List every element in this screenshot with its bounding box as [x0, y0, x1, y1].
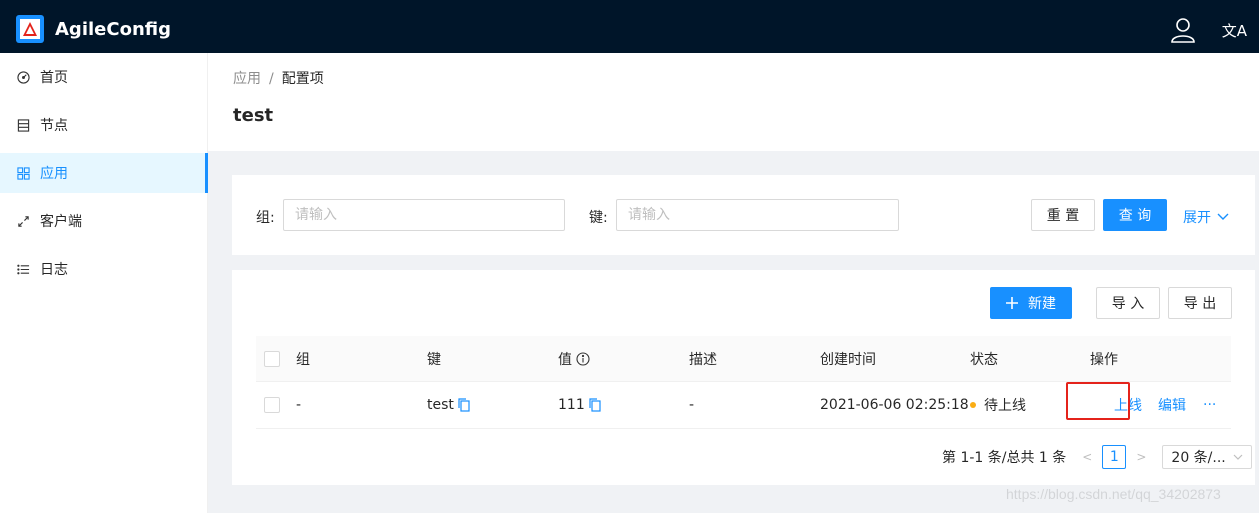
column-header-label: 值	[558, 351, 572, 368]
chevron-down-icon	[1217, 213, 1229, 220]
app-logo[interactable]: AgileConfig	[15, 14, 171, 44]
key-input[interactable]	[616, 199, 899, 231]
next-page-icon[interactable]: >	[1136, 450, 1146, 464]
column-header-created[interactable]: 创建时间	[820, 336, 876, 381]
row-description: -	[689, 397, 695, 413]
sidebar-item-label: 应用	[40, 166, 68, 182]
breadcrumb-apps[interactable]: 应用	[233, 71, 261, 87]
chevron-down-icon	[1233, 454, 1243, 460]
dashboard-icon	[16, 70, 30, 84]
plus-icon	[1006, 297, 1018, 309]
sidebar-item-label: 日志	[40, 262, 68, 278]
sidebar-item-nodes[interactable]: 节点	[0, 105, 207, 145]
highlight-annotation	[1066, 382, 1130, 420]
new-label: 新建	[1028, 296, 1056, 312]
row-group: -	[296, 397, 302, 413]
sidebar-item-home[interactable]: 首页	[0, 57, 207, 97]
table-header: 组 键 值 描述 创建时间 状态 操作	[256, 336, 1231, 382]
row-value-text: 111	[558, 397, 585, 413]
page-header: 应用 / 配置项 test	[208, 53, 1259, 151]
log-icon	[16, 262, 30, 276]
breadcrumb: 应用 / 配置项	[233, 68, 324, 88]
group-label: 组:	[256, 210, 275, 226]
column-header-status[interactable]: 状态	[970, 336, 998, 381]
page-size-value: 20 条/...	[1171, 450, 1226, 466]
select-all-checkbox[interactable]	[264, 350, 280, 367]
logo-icon	[16, 15, 44, 43]
app-name: AgileConfig	[55, 18, 171, 40]
watermark: https://blog.csdn.net/qq_34202873	[1006, 486, 1221, 502]
breadcrumb-separator: /	[269, 71, 274, 87]
top-header: AgileConfig 文A	[0, 0, 1259, 53]
row-value: 111	[558, 382, 601, 428]
query-button[interactable]: 查 询	[1103, 199, 1167, 231]
column-header-value[interactable]: 值	[558, 336, 590, 381]
breadcrumb-current: 配置项	[281, 71, 324, 87]
language-icon[interactable]: 文A	[1222, 20, 1247, 41]
import-button[interactable]: 导 入	[1096, 287, 1160, 319]
page-size-select[interactable]: 20 条/...	[1162, 445, 1253, 469]
row-created: 2021-06-06 02:25:18	[820, 397, 969, 413]
new-button[interactable]: 新建	[990, 287, 1072, 319]
row-checkbox[interactable]	[264, 397, 280, 413]
column-header-key[interactable]: 键	[427, 336, 441, 381]
nodes-icon	[16, 118, 30, 132]
column-header-description[interactable]: 描述	[689, 336, 717, 381]
pagination-summary: 第 1-1 条/总共 1 条	[942, 450, 1067, 466]
sidebar-item-label: 首页	[40, 70, 68, 86]
sidebar-item-label: 客户端	[40, 214, 82, 230]
row-key-text: test	[427, 397, 454, 413]
group-input[interactable]	[283, 199, 565, 231]
reset-button[interactable]: 重 置	[1031, 199, 1095, 231]
sidebar-item-clients[interactable]: 客户端	[0, 201, 207, 241]
user-icon[interactable]	[1170, 17, 1196, 43]
status-text: 待上线	[984, 398, 1026, 414]
row-key: test	[427, 382, 470, 428]
copy-icon[interactable]	[458, 398, 470, 412]
search-form: 组: 键: 重 置 查 询 展开	[232, 175, 1255, 255]
column-header-actions: 操作	[1090, 351, 1118, 368]
sidebar: 首页 节点 应用 客户端 日志	[0, 53, 208, 513]
page-title: test	[233, 105, 274, 126]
apps-icon	[16, 166, 30, 180]
copy-icon[interactable]	[589, 398, 601, 412]
config-table-card: 新建 导 入 导 出 组 键 值 描述 创建时间 状态 操作 - test 11…	[232, 270, 1255, 485]
client-icon	[16, 214, 30, 228]
info-icon[interactable]	[576, 351, 590, 366]
more-actions-link[interactable]: ···	[1203, 382, 1216, 428]
column-header-group[interactable]: 组	[296, 336, 310, 381]
expand-toggle[interactable]: 展开	[1183, 207, 1229, 227]
prev-page-icon[interactable]: <	[1082, 450, 1092, 464]
edit-action-link[interactable]: 编辑	[1158, 382, 1186, 428]
pagination: 第 1-1 条/总共 1 条 < 1 > 20 条/...	[942, 445, 1253, 469]
expand-label: 展开	[1183, 210, 1211, 226]
sidebar-item-label: 节点	[40, 118, 68, 134]
status-badge: 待上线	[970, 382, 1026, 428]
export-button[interactable]: 导 出	[1168, 287, 1232, 319]
page-number[interactable]: 1	[1102, 445, 1127, 469]
key-label: 键:	[589, 210, 608, 226]
sidebar-item-logs[interactable]: 日志	[0, 249, 207, 289]
status-dot	[970, 402, 976, 408]
sidebar-item-apps[interactable]: 应用	[0, 153, 208, 193]
